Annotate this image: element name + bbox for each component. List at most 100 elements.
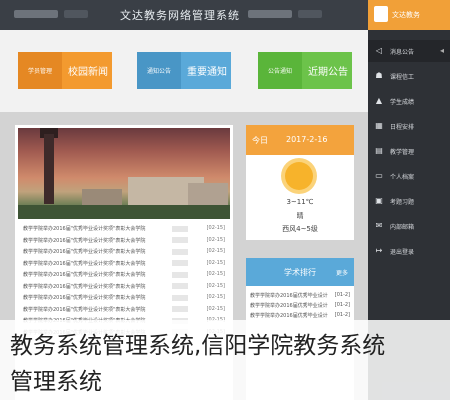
news-date: [02-15]: [206, 305, 225, 312]
news-tag: [172, 248, 188, 255]
news-row[interactable]: 教学学院举办2016届"优秀毕业设计奖项"表彰大会学院 [02-15]: [23, 260, 229, 272]
ranking-text: 教学学院举办2016届优秀毕业设计: [250, 293, 328, 299]
tile-school-news[interactable]: 学员管理 校园新闻: [18, 52, 112, 89]
speaker-icon: ◁: [375, 46, 383, 55]
top-pill-small: [64, 10, 88, 18]
news-row[interactable]: 教学学院举办2016届"优秀毕业设计奖项"表彰大会学院 [02-15]: [23, 237, 229, 249]
tile-recent-notice[interactable]: 公告通知 近期公告: [258, 52, 352, 89]
ground: [18, 205, 230, 219]
sidebar-item[interactable]: ▲ 学生成绩: [368, 90, 450, 112]
news-date: [02-15]: [206, 271, 225, 277]
news-title: 教学学院举办2016届"优秀毕业设计奖项"表彰大会学院: [23, 260, 146, 267]
sidebar-item-label: 个人档案: [390, 174, 415, 181]
news-tag: [172, 283, 188, 289]
news-row[interactable]: 教学学院举办2016届"优秀毕业设计奖项"表彰大会学院 [02-15]: [23, 306, 229, 318]
document-icon: ▭: [375, 171, 383, 180]
caption-line-2: 管理系统: [10, 369, 102, 395]
logout-icon: ↦: [375, 246, 383, 255]
tile-side: 公告通知: [258, 52, 302, 89]
weather-cond: 晴: [296, 212, 304, 220]
news-row[interactable]: 教学学院举办2016届"优秀毕业设计奖项"表彰大会学院 [02-15]: [23, 283, 229, 295]
news-tag: [172, 306, 188, 312]
active-arrow-icon: ◂: [439, 46, 444, 55]
news-tag: [172, 237, 188, 243]
ranking-date: [01-2]: [334, 292, 350, 298]
news-title: 教学学院举办2016届"优秀毕业设计奖项"表彰大会学院: [23, 295, 146, 301]
building: [82, 189, 122, 205]
user-icon: ☗: [375, 71, 383, 80]
top-bar: 文达教务网络管理系统: [0, 0, 368, 30]
ranking-text: 教学学院举办2016届优秀毕业设计: [250, 313, 328, 319]
ranking-row[interactable]: 教学学院举办2016届优秀毕业设计 [01-2]: [246, 312, 354, 320]
sidebar-item-label: 教学管理: [390, 149, 415, 156]
ranking-date: [01-2]: [334, 312, 350, 318]
sidebar-item[interactable]: ✉ 内部邮箱: [368, 215, 450, 237]
ranking-row[interactable]: 教学学院举办2016届优秀毕业设计 [01-2]: [246, 292, 354, 300]
screenshot-frame: 文达教务网络管理系统 学员管理 校园新闻 通知公告 重要通知 公告通知 近期公告: [0, 0, 450, 400]
weather-widget: 今日 2017-2-16 3~11℃ 晴 西风4~5级: [246, 125, 354, 240]
page-title: 文达教务网络管理系统: [120, 9, 240, 22]
news-date: [02-15]: [206, 225, 225, 231]
news-title: 教学学院举办2016届"优秀毕业设计奖项"表彰大会学院: [23, 272, 146, 278]
ranking-title: 学术排行: [284, 268, 316, 277]
tile-label: 近期公告: [308, 67, 348, 78]
news-date: [02-15]: [206, 248, 225, 254]
caption-line-1: 教务系统管理系统,信阳学院教务系统: [10, 333, 386, 359]
news-row[interactable]: 教学学院举办2016届"优秀毕业设计奖项"表彰大会学院 [02-15]: [23, 271, 229, 283]
tile-label: 校园新闻: [68, 67, 108, 78]
sidebar-item[interactable]: ▤ 教学管理: [368, 140, 450, 162]
news-title: 教学学院举办2016届"优秀毕业设计奖项"表彰大会学院: [23, 226, 146, 232]
ranking-more-link[interactable]: 更多: [336, 268, 348, 277]
sidebar-item[interactable]: ◁ 消息公告 ◂: [368, 40, 450, 62]
news-title: 教学学院举办2016届"优秀毕业设计奖项"表彰大会学院: [23, 306, 146, 313]
graduation-icon: ▲: [375, 96, 383, 105]
ranking-row[interactable]: 教学学院举办2016届优秀毕业设计 [01-2]: [246, 302, 354, 310]
sidebar-item[interactable]: ▣ 考题习题: [368, 190, 450, 212]
tile-side: 通知公告: [137, 52, 181, 89]
monitor-icon: ▣: [375, 196, 383, 205]
news-tag: [172, 260, 188, 266]
school-crest-icon: [374, 6, 388, 22]
sidebar-item[interactable]: ▭ 个人档案: [368, 165, 450, 187]
tile-important-notice[interactable]: 通知公告 重要通知: [137, 52, 231, 89]
news-tag: [172, 225, 188, 232]
weather-header: 今日 2017-2-16: [246, 125, 354, 155]
news-tag: [172, 271, 188, 278]
clipboard-icon: ▤: [375, 146, 383, 155]
sidebar-item[interactable]: ▦ 日程安排: [368, 115, 450, 137]
sidebar-item-label: 退出登录: [390, 249, 415, 256]
brand-logo[interactable]: 文达教务: [368, 0, 450, 30]
sidebar-item[interactable]: ↦ 退出登录: [368, 240, 450, 262]
news-title: 教学学院举办2016届"优秀毕业设计奖项"表彰大会学院: [23, 249, 146, 255]
top-pill-left: [14, 10, 58, 18]
mail-icon: ✉: [375, 221, 383, 230]
news-row[interactable]: 教学学院举办2016届"优秀毕业设计奖项"表彰大会学院 [02-15]: [23, 294, 229, 306]
weather-date: 2017-2-16: [286, 135, 328, 144]
news-row[interactable]: 教学学院举办2016届"优秀毕业设计奖项"表彰大会学院 [02-15]: [23, 248, 229, 260]
sidebar-item-label: 日程安排: [390, 124, 415, 131]
sidebar-item-label: 课程信工: [390, 74, 415, 81]
news-date: [02-15]: [206, 294, 225, 300]
clock-tower: [44, 134, 54, 204]
news-date: [02-15]: [206, 236, 225, 243]
sidebar-item-label: 消息公告: [390, 49, 415, 56]
top-pill-right-small: [298, 10, 322, 18]
sidebar-item[interactable]: ☗ 课程信工: [368, 65, 450, 87]
news-date: [02-15]: [206, 259, 225, 266]
tile-side: 学员管理: [18, 52, 62, 89]
ranking-header: 学术排行 更多: [246, 258, 354, 286]
ranking-text: 教学学院举办2016届优秀毕业设计: [250, 303, 328, 309]
brand-name: 文达教务: [392, 11, 420, 19]
news-date: [02-15]: [206, 282, 225, 289]
news-title: 教学学院举办2016届"优秀毕业设计奖项"表彰大会学院: [23, 283, 146, 290]
weather-today: 今日: [252, 136, 268, 145]
sun-icon: [285, 162, 313, 190]
news-title: 教学学院举办2016届"优秀毕业设计奖项"表彰大会学院: [23, 237, 146, 244]
weather-wind: 西风4~5级: [282, 225, 318, 233]
ranking-date: [01-2]: [334, 302, 350, 308]
news-tag: [172, 294, 188, 301]
top-pill-right: [248, 10, 292, 18]
sidebar-item-label: 考题习题: [390, 199, 415, 206]
tile-label: 重要通知: [187, 67, 227, 78]
news-row[interactable]: 教学学院举办2016届"优秀毕业设计奖项"表彰大会学院 [02-15]: [23, 225, 229, 237]
